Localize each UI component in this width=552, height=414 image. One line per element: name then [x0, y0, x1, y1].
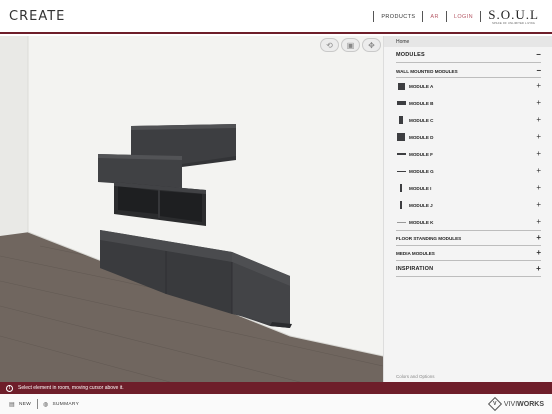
wall-module-middle[interactable] — [98, 154, 182, 188]
page-title: CREATE — [9, 9, 66, 24]
rotate-view-button[interactable]: ⟲ — [320, 38, 339, 52]
add-icon[interactable]: + — [536, 82, 541, 90]
expand-icon[interactable]: + — [536, 249, 541, 257]
divider — [396, 230, 541, 231]
module-c-item[interactable]: MODULE C + — [396, 114, 541, 126]
brand-wordmark: S.O.U.L — [488, 7, 539, 22]
wall-mounted-section-header[interactable]: WALL MOUNTED MODULES − — [396, 67, 541, 75]
camera-icon: ▣ — [346, 40, 355, 50]
inspiration-heading: INSPIRATION — [396, 266, 434, 272]
summary-button[interactable]: ◍ SUMMARY — [43, 401, 79, 408]
module-b-item[interactable]: MODULE B + — [396, 97, 541, 109]
room-3d-view[interactable]: ⟲ ▣ ✥ — [0, 36, 383, 382]
module-label: MODULE G — [409, 168, 434, 174]
summary-icon: ◍ — [43, 402, 49, 408]
add-icon[interactable]: + — [536, 116, 541, 124]
module-a-item[interactable]: MODULE A + — [396, 80, 541, 92]
module-label: MODULE D — [409, 134, 434, 140]
module-label: MODULE K — [409, 219, 434, 225]
module-hline-icon — [396, 221, 406, 223]
module-wide-icon — [396, 101, 406, 105]
media-modules-heading: MEDIA MODULES — [396, 250, 435, 256]
nav-divider — [480, 11, 481, 22]
module-f-item[interactable]: MODULE F + — [396, 148, 541, 160]
module-d-item[interactable]: MODULE D + — [396, 131, 541, 143]
nav-products-link[interactable]: PRODUCTS — [381, 14, 415, 20]
module-label: MODULE C — [409, 117, 434, 123]
status-bar: ! Select element in room, moving cursor … — [0, 382, 552, 394]
module-label: MODULE B — [409, 100, 434, 106]
vendor-logo: V VIVI WORKS — [487, 396, 544, 412]
summary-label: SUMMARY — [52, 402, 80, 407]
add-icon[interactable]: + — [536, 218, 541, 226]
add-icon[interactable]: + — [536, 133, 541, 141]
collapse-icon[interactable]: − — [536, 67, 541, 75]
module-label: MODULE F — [409, 151, 433, 157]
nav-divider — [422, 11, 424, 22]
module-k-item[interactable]: MODULE K + — [396, 216, 541, 228]
module-label: MODULE A — [409, 83, 434, 89]
module-label: MODULE I — [409, 185, 432, 191]
nav-login-link[interactable]: LOGIN — [454, 14, 473, 20]
add-icon[interactable]: + — [536, 184, 541, 192]
modules-heading: MODULES — [396, 52, 425, 58]
camera-view-button[interactable]: ▣ — [341, 38, 360, 52]
expand-icon[interactable]: + — [536, 265, 541, 273]
move-view-button[interactable]: ✥ — [362, 38, 381, 52]
inspiration-section[interactable]: INSPIRATION + — [396, 265, 541, 273]
vendor-light: VIVI — [503, 400, 518, 408]
divider — [396, 276, 541, 277]
brand-logo[interactable]: S.O.U.L SPACE OF UNLIMITED LIVING — [488, 8, 539, 25]
view-toolbar: ⟲ ▣ ✥ — [320, 38, 381, 52]
module-i-item[interactable]: MODULE I + — [396, 182, 541, 194]
brand-tagline: SPACE OF UNLIMITED LIVING — [492, 22, 536, 25]
wall-mounted-heading: WALL MOUNTED MODULES — [396, 68, 458, 74]
collapse-icon[interactable]: − — [536, 51, 541, 59]
breadcrumb[interactable]: Home — [384, 36, 552, 47]
module-panel: Home MODULES − WALL MOUNTED MODULES − MO… — [383, 36, 552, 382]
rotate-icon: ⟲ — [326, 40, 333, 50]
add-icon[interactable]: + — [536, 150, 541, 158]
module-tall-icon — [396, 116, 406, 124]
divider — [396, 77, 541, 78]
viviworks-icon: V — [487, 396, 502, 412]
add-icon[interactable]: + — [536, 167, 541, 175]
new-label: NEW — [18, 402, 32, 407]
floor-standing-heading: FLOOR STANDING MODULES — [396, 235, 462, 241]
info-icon: ! — [6, 384, 13, 392]
module-thin-icon — [396, 170, 406, 172]
module-g-item[interactable]: MODULE G + — [396, 165, 541, 177]
add-icon[interactable]: + — [536, 201, 541, 209]
top-nav: PRODUCTS AR LOGIN — [366, 11, 488, 22]
module-square-icon — [396, 133, 406, 141]
footer-divider — [37, 399, 38, 409]
module-vline-icon — [396, 184, 406, 192]
colors-options-link[interactable]: Colors and Options — [396, 374, 435, 379]
add-icon[interactable]: + — [536, 99, 541, 107]
expand-icon[interactable]: + — [536, 234, 541, 242]
floor-standing-section[interactable]: FLOOR STANDING MODULES + — [396, 234, 541, 242]
new-button[interactable]: ▤ NEW — [9, 401, 31, 408]
nav-ar-link[interactable]: AR — [430, 14, 438, 20]
new-file-icon: ▤ — [9, 402, 15, 408]
modules-section-header[interactable]: MODULES − — [396, 51, 541, 59]
room-scene — [0, 36, 383, 382]
nav-divider — [373, 11, 375, 22]
module-j-item[interactable]: MODULE J + — [396, 199, 541, 211]
status-message: Select element in room, moving cursor ab… — [18, 385, 124, 391]
module-vline-icon — [396, 201, 406, 209]
move-icon: ✥ — [368, 40, 375, 50]
vendor-bold: WORKS — [517, 400, 544, 408]
module-square-icon — [396, 82, 406, 90]
media-modules-section[interactable]: MEDIA MODULES + — [396, 249, 541, 257]
divider — [396, 260, 541, 261]
divider — [396, 62, 541, 63]
app-header: CREATE PRODUCTS AR LOGIN S.O.U.L SPACE O… — [0, 0, 552, 34]
module-label: MODULE J — [409, 202, 433, 208]
bottom-toolbar: ▤ NEW ◍ SUMMARY V VIVI WORKS — [0, 394, 552, 414]
divider — [396, 245, 541, 246]
module-flat-icon — [396, 153, 406, 155]
nav-divider — [445, 11, 447, 22]
